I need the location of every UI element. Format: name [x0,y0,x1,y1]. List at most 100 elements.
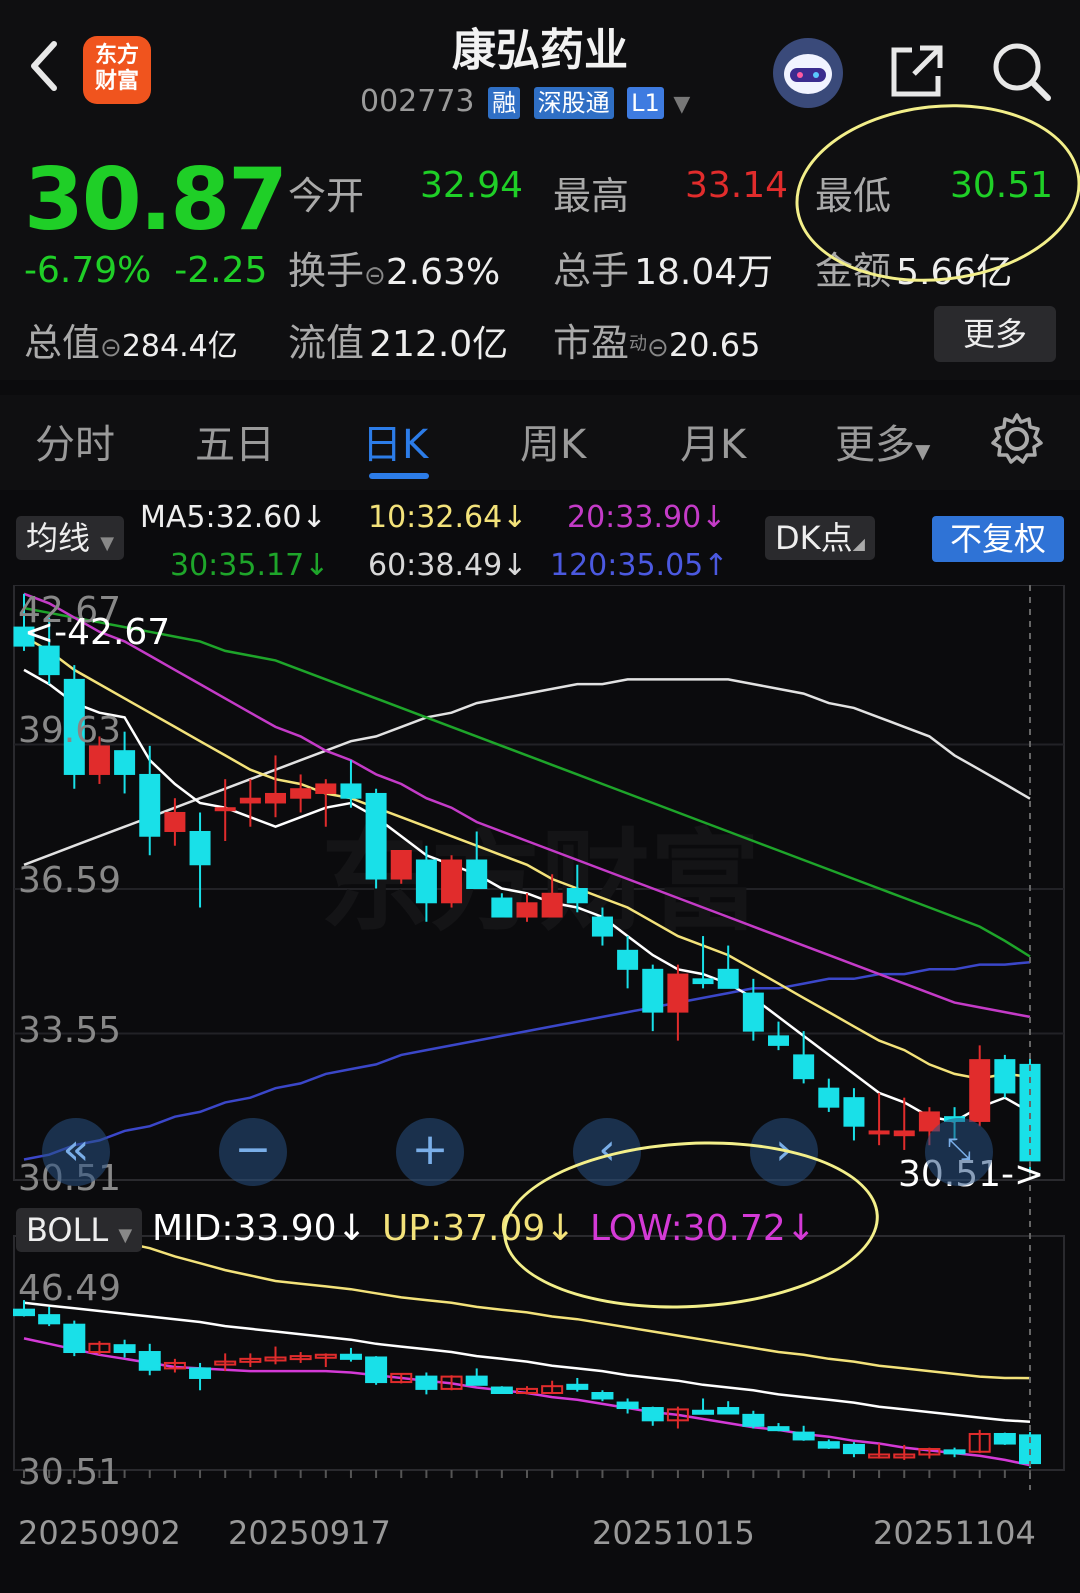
tab-more[interactable]: 更多▼ [835,412,930,470]
market-cap-label: 总值 [24,321,101,365]
tab-monthly-k[interactable]: 月K [680,412,746,470]
candle-body [441,859,463,904]
high-value: 33.14 [685,165,789,206]
fullscreen-icon[interactable]: ⤡ [925,1118,993,1186]
boll-candle-body [490,1386,513,1395]
last-price: 30.87 [24,150,288,250]
date-label-3: 20251015 [592,1514,755,1552]
boll-candle-body [842,1443,865,1455]
high-label: 最高 [553,174,630,218]
dk-point-label: DK点 [775,519,853,557]
boll-candle-body [767,1426,790,1432]
kline-chart[interactable]: 东方财富 [0,585,1080,1593]
zoom-in-button[interactable]: + [396,1118,464,1186]
back-arrow-icon[interactable] [22,38,68,94]
pe-value: 20.65 [668,326,761,364]
zoom-out-button[interactable]: − [219,1118,287,1186]
open-label: 今开 [288,174,365,218]
float-cap-row: 流值 212.0亿 [288,312,508,367]
assistant-robot-icon[interactable] [773,38,843,108]
boll-candle-body [817,1441,840,1449]
turnover-value: 2.63% [385,252,501,293]
turnover-row: 换手⊝2.63% [288,240,500,295]
candle-body [994,1059,1016,1094]
adjust-button[interactable]: 不复权 [932,516,1064,562]
search-icon[interactable] [990,40,1052,102]
boll-candle-body [63,1323,86,1354]
scroll-to-start-button[interactable]: « [42,1118,110,1186]
volume-value: 18.04万 [634,252,774,293]
dk-point-selector[interactable]: DK点◢ [765,516,875,560]
candle-body [189,830,211,866]
candle-body [969,1059,991,1122]
candle-body [340,783,362,799]
settings-gear-icon[interactable] [990,412,1044,466]
date-label-1: 20250902 [18,1514,181,1552]
stock-code-row: 002773 融 深股通 L1 ▼ [360,84,690,119]
pe-dynamic-mark: 动 [629,333,648,355]
boll-candle-body [692,1409,715,1415]
candle-body [893,1130,915,1137]
boll-candle-body [943,1449,966,1455]
boll-candle-body [792,1431,815,1441]
caret-down-icon: ▼ [118,1225,133,1246]
indicator-selector[interactable]: BOLL ▼ [16,1208,143,1252]
active-tab-indicator [369,473,429,479]
candle-body [491,897,513,918]
info-icon[interactable]: ⊝ [100,333,122,363]
date-label-2: 20250917 [228,1514,391,1552]
caret-down-icon: ▼ [915,439,931,463]
app-logo-line2: 财富 [94,69,139,94]
app-logo[interactable]: 东方 财富 [83,36,151,104]
float-cap-label: 流值 [288,321,365,365]
tab-daily-k[interactable]: 日K [362,412,428,470]
change-pct: -6.79% [24,250,152,291]
boll-candle-body [13,1308,35,1317]
ma30-value: 30:35.17↓ [170,548,330,583]
ma20-value: 20:33.90↓ [567,500,727,535]
app-logo-line1: 东方 [94,43,139,68]
ma5-value: MA5:32.60↓ [140,500,327,535]
date-label-4: 20251104 [873,1514,1036,1552]
ma10-value: 10:32.64↓ [368,500,528,535]
candle-body [516,902,538,918]
tab-more-label: 更多 [835,422,915,468]
candle-body [591,916,613,937]
ma120-value: 120:35.05↑ [550,548,729,583]
max-price-marker: <-42.67 [24,612,171,653]
boll-candle-body [113,1344,136,1354]
pe-row: 市盈动⊝20.65 [553,312,760,367]
tab-five-day[interactable]: 五日 [195,412,275,470]
candle-body [541,892,563,918]
chevron-down-icon[interactable]: ▼ [673,92,690,117]
more-quote-button[interactable]: 更多 [934,306,1056,362]
connect-tag: 深股通 [533,86,614,119]
boll-candle-body [742,1413,765,1427]
level-tag: L1 [627,86,664,119]
candle-body [466,859,488,890]
boll-candle-body [138,1351,161,1371]
indicator-selector-label: BOLL [26,1211,109,1249]
tab-intraday[interactable]: 分时 [35,412,115,470]
boll-candle-body [415,1375,438,1390]
candle-body [315,783,337,794]
candle-body [667,973,689,1013]
turnover-label: 换手 [288,249,365,293]
market-cap-row: 总值⊝284.4亿 [24,312,238,367]
candle-body [214,807,236,812]
boll-candle-body [38,1314,61,1325]
boll-candle-body [993,1432,1016,1445]
share-icon[interactable] [888,42,946,100]
info-icon[interactable]: ⊝ [647,333,669,363]
info-icon[interactable]: ⊝ [364,261,386,291]
candle-body [566,888,588,904]
boll-candle-body [641,1407,664,1422]
candle-body [139,773,161,837]
boll-candle-body [339,1353,362,1360]
boll-candle-body [717,1407,740,1415]
corner-caret-icon: ◢ [852,534,865,553]
candle-body [390,849,412,880]
tab-weekly-k[interactable]: 周K [520,412,586,470]
boll-axis-max: 46.49 [18,1268,122,1309]
ma-selector[interactable]: 均线 ▼ [16,516,125,560]
